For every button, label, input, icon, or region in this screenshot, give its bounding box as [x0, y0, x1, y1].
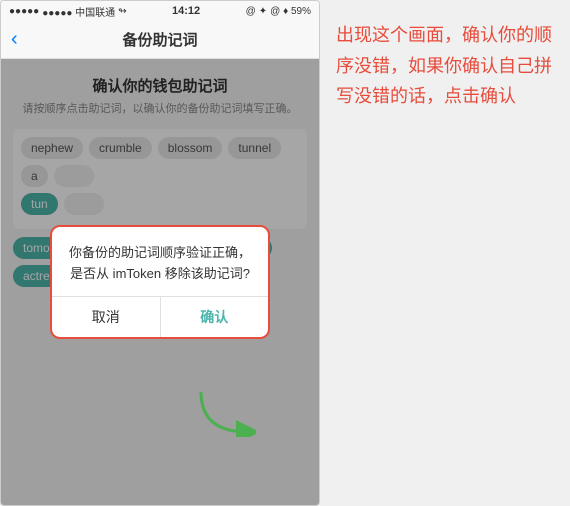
- green-arrow-icon: [196, 387, 256, 437]
- status-right: @ ✦ @ ♦ 59%: [246, 6, 311, 17]
- dialog-box: 你备份的助记词顺序验证正确，是否从 imToken 移除该助记词? 取消 确认: [50, 225, 270, 340]
- nav-bar: ‹ 备份助记词: [1, 21, 319, 59]
- status-left: ●●●●● ●●●●● 中国联通 ↬: [9, 4, 127, 19]
- bluetooth-icon: ✦: [259, 6, 267, 17]
- time-label: 14:12: [172, 5, 200, 17]
- dialog-ok-button[interactable]: 确认: [161, 297, 269, 337]
- nav-title: 备份助记词: [122, 29, 197, 50]
- battery-label: @ ♦ 59%: [270, 6, 311, 17]
- signal-icon: @: [246, 6, 256, 17]
- dialog-content: 你备份的助记词顺序验证正确，是否从 imToken 移除该助记词?: [52, 227, 268, 297]
- phone-frame: ●●●●● ●●●●● 中国联通 ↬ 14:12 @ ✦ @ ♦ 59% ‹ 备…: [0, 0, 320, 506]
- dialog-text: 你备份的助记词顺序验证正确，是否从 imToken 移除该助记词?: [66, 243, 254, 285]
- wifi-icon: ↬: [118, 6, 126, 17]
- annotation-panel: 出现这个画面，确认你的顺序没错，如果你确认自己拼写没错的话，点击确认: [320, 0, 570, 506]
- dialog-overlay: 你备份的助记词顺序验证正确，是否从 imToken 移除该助记词? 取消 确认: [1, 59, 319, 505]
- dialog-buttons: 取消 确认: [52, 296, 268, 337]
- signal-dots: ●●●●●: [9, 6, 39, 17]
- main-content: 确认你的钱包助记词 请按顺序点击助记词，以确认你的备份助记词填写正确。 neph…: [1, 59, 319, 505]
- dialog-cancel-button[interactable]: 取消: [52, 297, 161, 337]
- carrier-label: ●●●●● 中国联通: [42, 4, 115, 19]
- annotation-text: 出现这个画面，确认你的顺序没错，如果你确认自己拼写没错的话，点击确认: [336, 20, 554, 112]
- back-button[interactable]: ‹: [11, 28, 18, 51]
- status-bar: ●●●●● ●●●●● 中国联通 ↬ 14:12 @ ✦ @ ♦ 59%: [1, 1, 319, 21]
